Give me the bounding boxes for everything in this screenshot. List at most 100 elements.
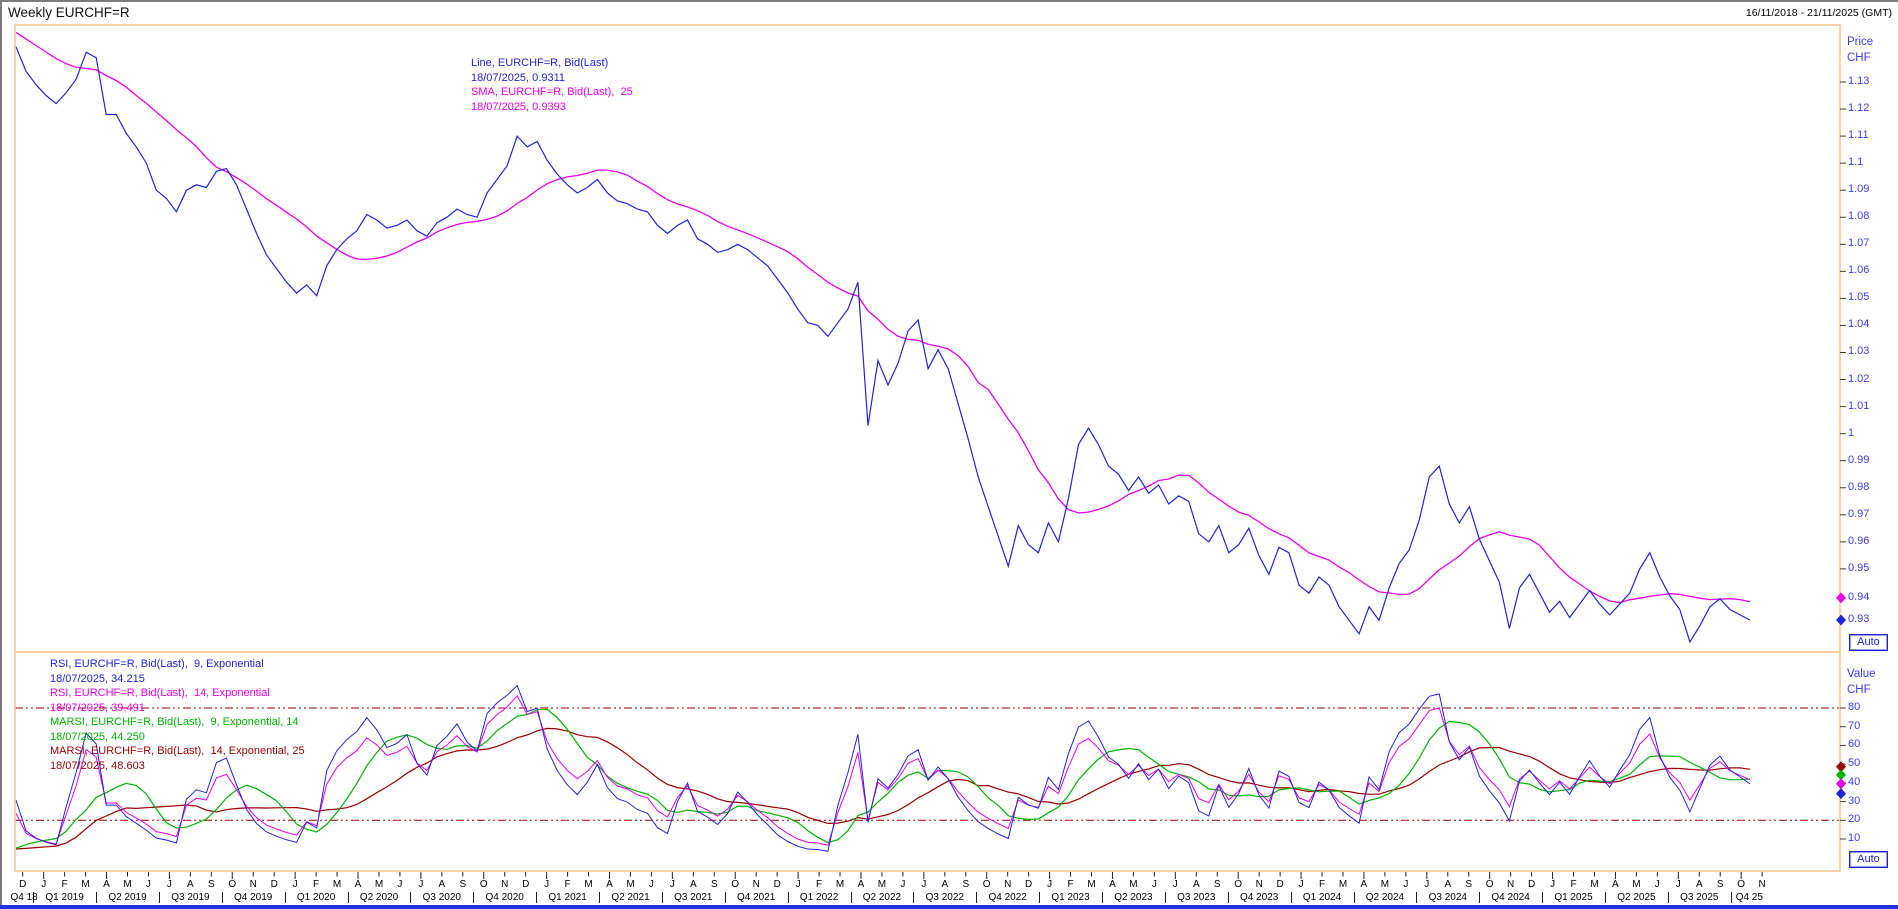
price-tick-label: 1.02 bbox=[1848, 373, 1869, 385]
quarter-separator bbox=[536, 892, 537, 903]
quarter-separator bbox=[96, 892, 97, 903]
quarter-label: Q4 25 bbox=[1736, 892, 1763, 903]
price-axis-auto-button[interactable]: Auto bbox=[1849, 634, 1888, 651]
month-label: D bbox=[1273, 879, 1287, 890]
price-axis-header: Price bbox=[1847, 36, 1873, 48]
quarter-separator bbox=[725, 892, 726, 903]
month-label: J bbox=[540, 879, 554, 890]
rsi-tick-label: 50 bbox=[1848, 757, 1860, 769]
month-label: M bbox=[372, 879, 386, 890]
month-label: N bbox=[498, 879, 512, 890]
month-label: M bbox=[121, 879, 135, 890]
price-tick-label: 0.95 bbox=[1848, 562, 1869, 574]
month-label: A bbox=[351, 879, 365, 890]
month-label: M bbox=[1629, 879, 1643, 890]
month-label: O bbox=[1231, 879, 1245, 890]
price-marker-label: 0.94 bbox=[1848, 591, 1869, 603]
price-axis-unit: CHF bbox=[1847, 52, 1871, 64]
quarter-label: Q2 2020 bbox=[355, 892, 403, 903]
month-label: F bbox=[58, 879, 72, 890]
price-tick-label: 1.08 bbox=[1848, 210, 1869, 222]
legend-marsi9-value: 18/07/2025, 44.250 bbox=[50, 730, 305, 745]
month-label: N bbox=[1001, 879, 1015, 890]
month-label: S bbox=[204, 879, 218, 890]
rsi-marker-diamond bbox=[1836, 788, 1846, 799]
rsi-axis-header: Value bbox=[1847, 668, 1876, 680]
quarter-label: Q1 2025 bbox=[1550, 892, 1598, 903]
month-label: A bbox=[1189, 879, 1203, 890]
month-label: J bbox=[1650, 879, 1664, 890]
price-tick-label: 1.12 bbox=[1848, 102, 1869, 114]
month-label: N bbox=[1504, 879, 1518, 890]
quarter-separator bbox=[285, 892, 286, 903]
legend-marsi14-value: 18/07/2025, 48.603 bbox=[50, 759, 305, 774]
month-label: J bbox=[1294, 879, 1308, 890]
month-label: A bbox=[183, 879, 197, 890]
month-label: S bbox=[1462, 879, 1476, 890]
month-label: M bbox=[582, 879, 596, 890]
month-label: F bbox=[561, 879, 575, 890]
legend-line-price-value: 18/07/2025, 0.9311 bbox=[471, 71, 633, 86]
legend-sma: SMA, EURCHF=R, Bid(Last), 25 bbox=[471, 85, 633, 100]
month-label: O bbox=[1734, 879, 1748, 890]
quarter-separator bbox=[1605, 892, 1606, 903]
quarter-separator bbox=[473, 892, 474, 903]
quarter-label: Q2 2023 bbox=[1109, 892, 1157, 903]
month-label: J bbox=[37, 879, 51, 890]
month-label: J bbox=[1420, 879, 1434, 890]
price-tick-label: 0.97 bbox=[1848, 508, 1869, 520]
month-label: D bbox=[1525, 879, 1539, 890]
month-label: O bbox=[477, 879, 491, 890]
month-label: J bbox=[162, 879, 176, 890]
month-label: A bbox=[1441, 879, 1455, 890]
rsi-tick-label: 80 bbox=[1848, 701, 1860, 713]
quarter-separator bbox=[1228, 892, 1229, 903]
quarter-label: Q3 2024 bbox=[1424, 892, 1472, 903]
rsi-tick-label: 70 bbox=[1848, 720, 1860, 732]
quarter-label: Q3 2021 bbox=[669, 892, 717, 903]
price-tick-label: 1 bbox=[1848, 427, 1854, 439]
rsi-axis-auto-button[interactable]: Auto bbox=[1849, 851, 1888, 868]
month-label: M bbox=[1085, 879, 1099, 890]
rsi-marker-diamond bbox=[1836, 778, 1846, 789]
legend-marsi14: MARSI, EURCHF=R, Bid(Last), 14, Exponent… bbox=[50, 744, 305, 759]
month-label: A bbox=[686, 879, 700, 890]
month-label: M bbox=[1378, 879, 1392, 890]
price-tick-label: 1.13 bbox=[1848, 75, 1869, 87]
month-label: J bbox=[1043, 879, 1057, 890]
sma-line bbox=[16, 32, 1750, 602]
month-label: M bbox=[1588, 879, 1602, 890]
quarter-separator bbox=[222, 892, 223, 903]
price-tick-label: 0.98 bbox=[1848, 481, 1869, 493]
quarter-separator bbox=[1416, 892, 1417, 903]
month-label: A bbox=[603, 879, 617, 890]
month-label: J bbox=[141, 879, 155, 890]
month-label: D bbox=[519, 879, 533, 890]
quarter-label: Q2 2021 bbox=[607, 892, 655, 903]
month-label: N bbox=[749, 879, 763, 890]
month-label: M bbox=[875, 879, 889, 890]
rsi-legend: RSI, EURCHF=R, Bid(Last), 9, Exponential… bbox=[50, 657, 305, 773]
month-label: M bbox=[1336, 879, 1350, 890]
price-line bbox=[16, 47, 1750, 642]
quarter-separator bbox=[913, 892, 914, 903]
quarter-separator bbox=[348, 892, 349, 903]
month-label: M bbox=[330, 879, 344, 890]
quarter-separator bbox=[1291, 892, 1292, 903]
month-label: O bbox=[728, 879, 742, 890]
month-label: O bbox=[225, 879, 239, 890]
quarter-label: Q3 2025 bbox=[1675, 892, 1723, 903]
month-label: S bbox=[1713, 879, 1727, 890]
quarter-label: Q4 2023 bbox=[1235, 892, 1283, 903]
month-label: J bbox=[288, 879, 302, 890]
month-label: J bbox=[917, 879, 931, 890]
price-tick-label: 0.99 bbox=[1848, 454, 1869, 466]
rsi-tick-label: 40 bbox=[1848, 776, 1860, 788]
quarter-separator bbox=[1165, 892, 1166, 903]
quarter-separator bbox=[1542, 892, 1543, 903]
month-label: M bbox=[833, 879, 847, 890]
month-label: M bbox=[624, 879, 638, 890]
price-tick-label: 1.05 bbox=[1848, 291, 1869, 303]
quarter-label: Q3 2023 bbox=[1172, 892, 1220, 903]
month-label: D bbox=[16, 879, 30, 890]
